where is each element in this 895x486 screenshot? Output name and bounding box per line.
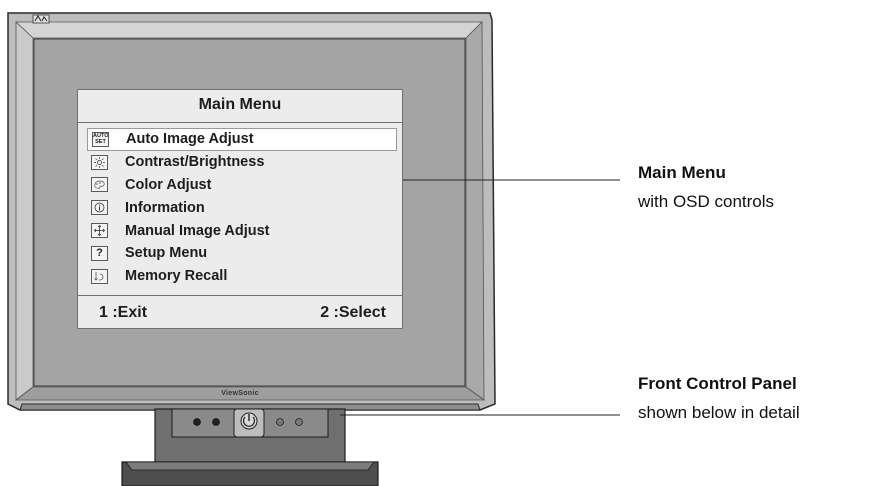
info-icon	[91, 200, 108, 216]
osd-item-label: Contrast/Brightness	[125, 154, 265, 171]
osd-item-memory-recall[interactable]: Memory Recall	[87, 265, 397, 288]
color-palette-icon	[91, 177, 108, 193]
callout-front-panel-subtitle: shown below in detail	[638, 403, 800, 422]
osd-item-label: Auto Image Adjust	[126, 131, 254, 148]
bezel-right-bevel	[465, 21, 485, 401]
callout-main-menu: Main Menu with OSD controls	[638, 163, 774, 212]
osd-item-contrast-brightness[interactable]: Contrast/Brightness	[87, 151, 397, 174]
callout-front-panel-title: Front Control Panel	[638, 374, 797, 393]
osd-item-auto-image-adjust[interactable]: AUTO SET Auto Image Adjust	[87, 128, 397, 151]
recall-arrow-icon	[91, 268, 108, 284]
move-arrows-icon	[91, 223, 108, 239]
osd-select-hint: 2 :Select	[320, 304, 386, 321]
question-icon: ?	[91, 245, 108, 261]
callout-main-menu-title: Main Menu	[638, 163, 726, 182]
osd-title: Main Menu	[198, 96, 282, 113]
osd-item-label: Color Adjust	[125, 176, 212, 193]
auto-set-icon: AUTO SET	[92, 131, 109, 147]
osd-item-label: Memory Recall	[125, 268, 228, 285]
osd-item-color-adjust[interactable]: Color Adjust	[87, 174, 397, 197]
osd-footer: 1 :Exit 2 :Select	[78, 302, 402, 326]
stand-base-top	[125, 461, 375, 471]
bezel-bevel	[14, 21, 483, 39]
osd-item-label: Information	[125, 199, 205, 216]
monitor-brand-label: ViewSonic	[221, 390, 259, 397]
osd-item-information[interactable]: Information	[87, 196, 397, 219]
osd-main-menu: Main Menu AUTO SET Auto Image Adjust Cont…	[77, 89, 403, 329]
osd-exit-hint: 1 :Exit	[99, 304, 148, 321]
osd-item-manual-image-adjust[interactable]: Manual Image Adjust	[87, 219, 397, 242]
osd-footer-divider	[78, 295, 402, 296]
brand-logo-icon	[32, 14, 50, 24]
osd-menu-list: AUTO SET Auto Image Adjust Contrast/Brigh…	[87, 128, 397, 288]
osd-title-divider	[78, 122, 402, 123]
brightness-icon	[91, 154, 108, 170]
osd-item-label: Manual Image Adjust	[125, 222, 270, 239]
callout-front-panel: Front Control Panel shown below in detai…	[638, 374, 800, 423]
osd-item-setup-menu[interactable]: ? Setup Menu	[87, 242, 397, 265]
bezel-left-bevel	[15, 21, 34, 401]
osd-item-label: Setup Menu	[125, 245, 208, 262]
callout-main-menu-subtitle: with OSD controls	[638, 192, 775, 211]
